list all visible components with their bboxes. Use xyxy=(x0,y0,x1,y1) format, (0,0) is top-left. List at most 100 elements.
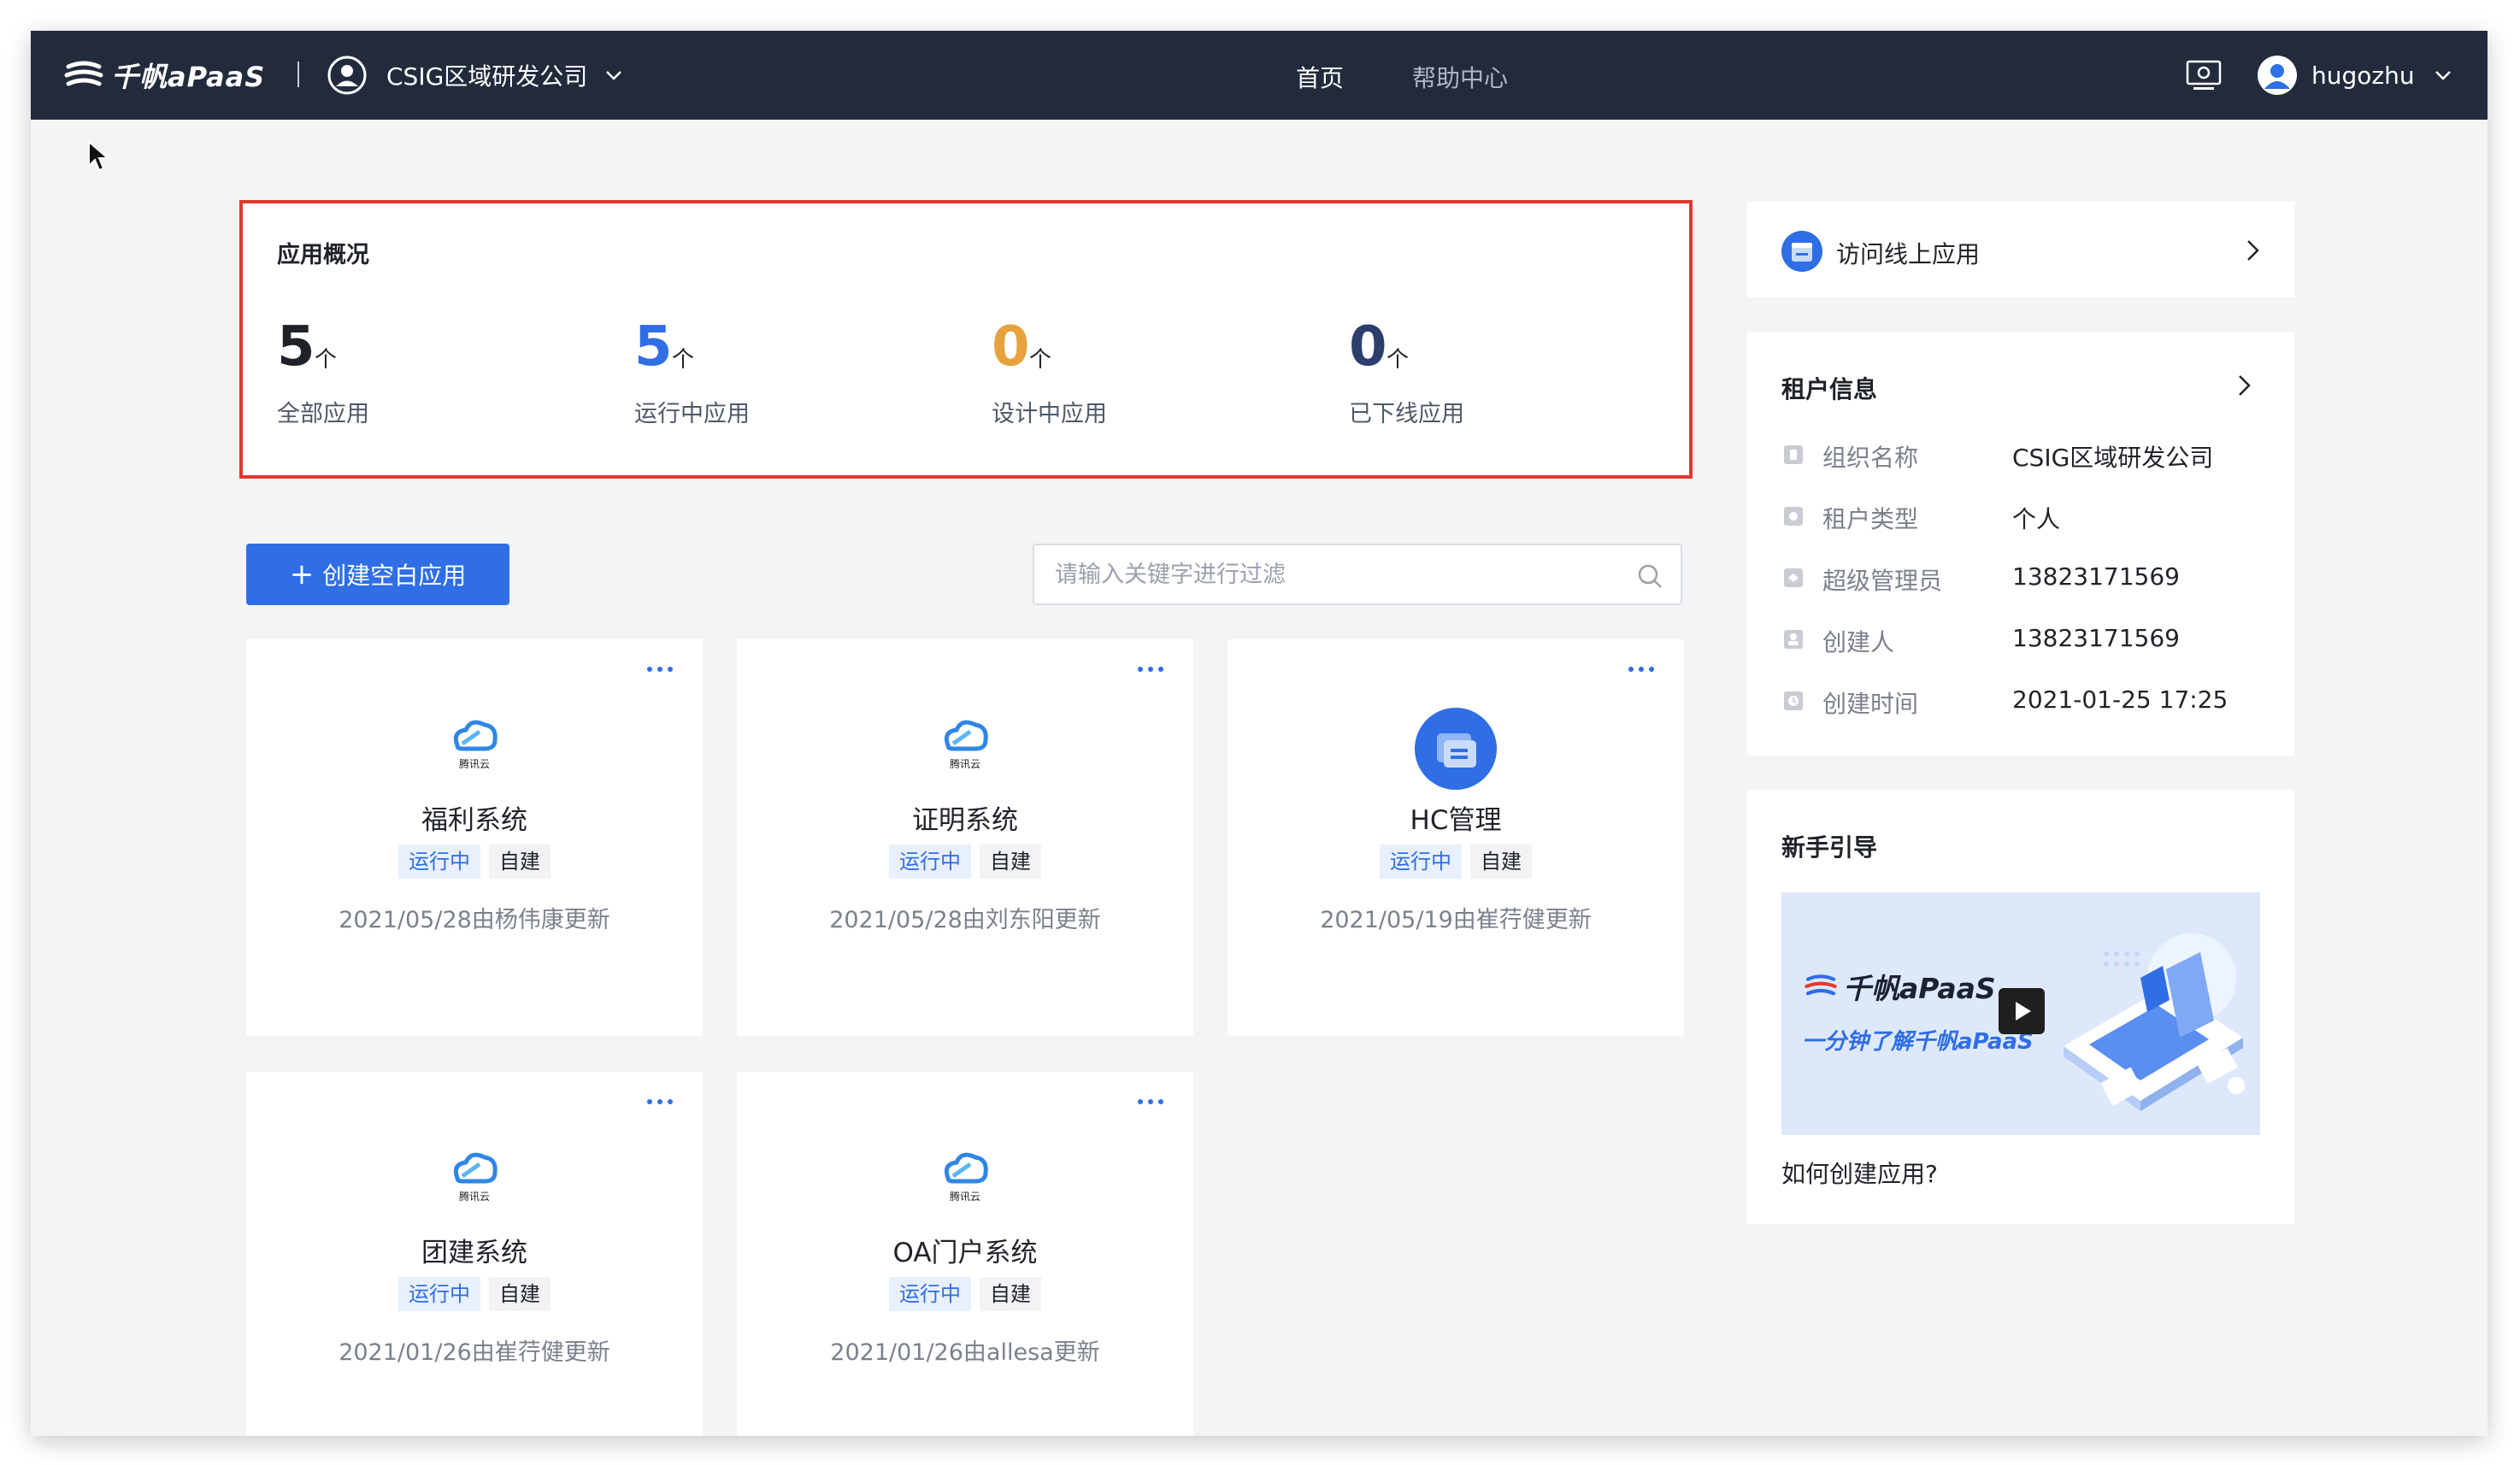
tenant-row-org-name: 组织名称 CSIG区域研发公司 xyxy=(1781,438,2260,472)
top-nav-bar: 千帆aPaaS CSIG区域研发公司 首页 帮助中心 hugozhu xyxy=(31,31,2488,120)
search-icon[interactable] xyxy=(1636,562,1663,590)
banner-brand: 千帆aPaaS xyxy=(1804,966,1996,1007)
tenant-row-creator: 创建人 13823171569 xyxy=(1781,622,2260,656)
tenant-row-created-time: 创建时间 2021-01-25 17:25 xyxy=(1781,684,2260,718)
stat-unit: 个 xyxy=(1029,347,1052,373)
app-tags: 运行中 自建 xyxy=(737,844,1193,879)
user-menu[interactable]: hugozhu xyxy=(2257,53,2454,97)
play-icon xyxy=(2016,1002,2031,1021)
more-options-icon[interactable] xyxy=(645,1096,675,1108)
online-app-icon xyxy=(1781,231,1822,272)
stat-all-apps[interactable]: 5 个 全部应用 xyxy=(277,316,602,453)
search-input[interactable] xyxy=(1055,557,1602,591)
app-name: 证明系统 xyxy=(912,805,1018,836)
app-tags: 运行中 自建 xyxy=(246,844,703,879)
info-value: 13823171569 xyxy=(2012,562,2180,591)
app-window: 千帆aPaaS CSIG区域研发公司 首页 帮助中心 hugozhu 应用概况 … xyxy=(31,31,2488,1436)
create-blank-app-button[interactable]: + 创建空白应用 xyxy=(246,544,509,605)
app-updated-info: 2021/01/26由allesa更新 xyxy=(830,1339,1100,1366)
tenant-type-icon xyxy=(1784,507,1803,526)
app-name: 福利系统 xyxy=(421,805,527,836)
nav-help-center[interactable]: 帮助中心 xyxy=(1412,60,1508,94)
info-value: CSIG区域研发公司 xyxy=(2012,444,2214,472)
org-name: CSIG区域研发公司 xyxy=(386,62,588,91)
app-card[interactable]: 腾讯云 福利系统 运行中 自建 2021/05/28由杨伟康更新 xyxy=(246,639,703,1036)
stat-unit: 个 xyxy=(672,347,695,373)
beginner-guide-card: 新手引导 千帆aPaaS 一分钟了解千帆aPaaS 如何创建应用? xyxy=(1747,790,2294,1224)
chevron-right-icon[interactable] xyxy=(2231,373,2257,398)
app-card[interactable]: HC管理 运行中 自建 2021/05/19由崔荇健更新 xyxy=(1228,639,1684,1036)
banner-brand-text: 千帆aPaaS xyxy=(1843,972,1996,1005)
guide-illustration xyxy=(2064,933,2245,1111)
user-name: hugozhu xyxy=(2311,61,2415,90)
org-switcher[interactable]: CSIG区域研发公司 xyxy=(327,53,625,97)
stat-label: 已下线应用 xyxy=(1349,401,1464,427)
brand-logo-icon xyxy=(64,61,103,86)
org-icon xyxy=(1784,445,1803,464)
nav-home[interactable]: 首页 xyxy=(1296,60,1344,94)
source-badge: 自建 xyxy=(980,1277,1041,1311)
guide-video-banner[interactable]: 千帆aPaaS 一分钟了解千帆aPaaS xyxy=(1781,892,2260,1135)
stat-value: 5 xyxy=(277,315,315,379)
stat-running-apps[interactable]: 5 个 运行中应用 xyxy=(634,316,959,453)
app-updated-info: 2021/01/26由崔荇健更新 xyxy=(339,1339,610,1366)
cloud-logo-text: 腾讯云 xyxy=(950,757,980,770)
app-overview-panel: 应用概况 5 个 全部应用 5 个 运行中应用 0 个 设计中应用 0 个 已下… xyxy=(239,200,1693,479)
app-card[interactable]: 腾讯云 OA门户系统 运行中 自建 2021/01/26由allesa更新 xyxy=(737,1072,1193,1436)
stat-offline-apps[interactable]: 0 个 已下线应用 xyxy=(1349,316,1674,453)
app-name: OA门户系统 xyxy=(892,1238,1038,1268)
stat-unit: 个 xyxy=(315,347,338,373)
app-updated-info: 2021/05/19由崔荇健更新 xyxy=(1320,907,1592,933)
visit-online-apps-label: 访问线上应用 xyxy=(1836,240,1981,268)
stat-value: 0 xyxy=(1349,315,1387,379)
search-box[interactable] xyxy=(1033,544,1682,605)
brand-logo[interactable]: 千帆aPaaS xyxy=(63,55,265,96)
chevron-right-icon[interactable] xyxy=(2240,238,2265,263)
tencent-cloud-icon: 腾讯云 xyxy=(453,1152,498,1203)
app-updated-info: 2021/05/28由杨伟康更新 xyxy=(339,907,610,933)
more-options-icon[interactable] xyxy=(1135,663,1166,675)
more-options-icon[interactable] xyxy=(1626,663,1657,675)
brand-logo-icon xyxy=(1805,974,1837,996)
app-tags: 运行中 自建 xyxy=(246,1277,703,1311)
stat-label: 设计中应用 xyxy=(992,401,1107,427)
user-avatar-icon xyxy=(2258,56,2297,95)
status-badge: 运行中 xyxy=(1380,844,1462,879)
divider xyxy=(297,62,299,87)
stat-value: 0 xyxy=(992,315,1030,379)
info-key: 创建人 xyxy=(1822,628,1895,656)
app-card[interactable]: 腾讯云 团建系统 运行中 自建 2021/01/26由崔荇健更新 xyxy=(246,1072,703,1436)
how-to-create-app-link[interactable]: 如何创建应用? xyxy=(1781,1156,1938,1190)
tenant-row-super-admin: 超级管理员 13823171569 xyxy=(1781,561,2260,595)
tencent-cloud-icon: 腾讯云 xyxy=(453,720,498,770)
app-card[interactable]: 腾讯云 证明系统 运行中 自建 2021/05/28由刘东阳更新 xyxy=(737,639,1193,1036)
stat-unit: 个 xyxy=(1387,347,1410,373)
source-badge: 自建 xyxy=(1470,844,1532,879)
chevron-down-icon xyxy=(606,71,622,80)
visit-online-apps-card[interactable]: 访问线上应用 xyxy=(1747,202,2294,297)
stat-label: 全部应用 xyxy=(277,401,369,427)
app-folder-icon xyxy=(1415,708,1497,790)
screenshot-icon[interactable] xyxy=(2185,58,2223,92)
source-badge: 自建 xyxy=(980,844,1041,879)
org-avatar-icon xyxy=(327,56,367,95)
app-tags: 运行中 自建 xyxy=(737,1277,1193,1311)
app-tags: 运行中 自建 xyxy=(1228,844,1684,879)
info-key: 租户类型 xyxy=(1822,505,1919,533)
stat-label: 运行中应用 xyxy=(634,401,750,427)
chevron-down-icon xyxy=(2435,71,2451,80)
app-name: HC管理 xyxy=(1410,805,1502,836)
play-video-button[interactable] xyxy=(1999,988,2045,1034)
tencent-cloud-icon: 腾讯云 xyxy=(944,720,988,770)
overview-title: 应用概况 xyxy=(277,242,369,268)
stat-designing-apps[interactable]: 0 个 设计中应用 xyxy=(992,316,1316,453)
status-badge: 运行中 xyxy=(398,844,480,879)
cloud-logo-text: 腾讯云 xyxy=(459,757,490,770)
brand-name: 千帆aPaaS xyxy=(111,61,266,93)
status-badge: 运行中 xyxy=(398,1277,480,1311)
more-options-icon[interactable] xyxy=(645,663,675,675)
more-options-icon[interactable] xyxy=(1135,1096,1166,1108)
app-name: 团建系统 xyxy=(421,1238,527,1268)
plus-icon: + xyxy=(289,557,315,591)
cloud-logo-text: 腾讯云 xyxy=(459,1190,490,1203)
